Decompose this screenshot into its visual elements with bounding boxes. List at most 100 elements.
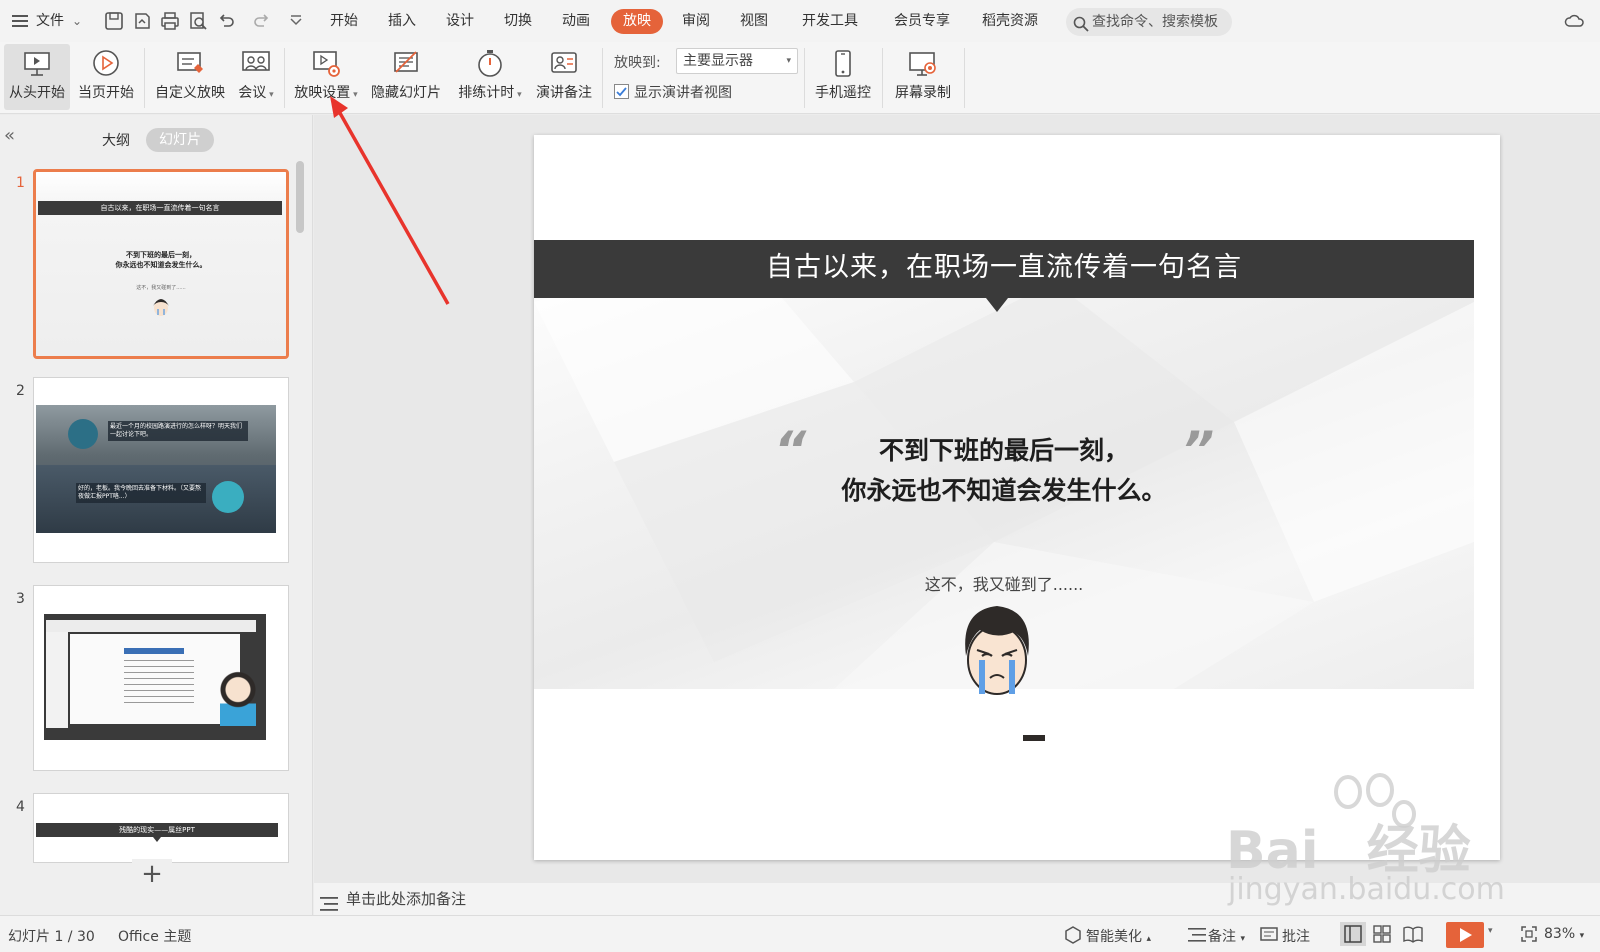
notes-toggle-button[interactable]: 备注 ▾ bbox=[1208, 926, 1245, 946]
tab-developer[interactable]: 开发工具 bbox=[802, 9, 858, 34]
chevron-down-icon[interactable]: ⌄ bbox=[72, 14, 82, 28]
undo-icon[interactable] bbox=[216, 11, 236, 31]
slide-banner: 自古以来，在职场一直流传着一句名言 bbox=[534, 240, 1474, 298]
speaker-notes-label: 演讲备注 bbox=[536, 85, 592, 101]
tab-insert[interactable]: 插入 bbox=[388, 9, 416, 34]
phone-icon bbox=[827, 48, 859, 80]
chevron-down-icon[interactable]: ▾ bbox=[1488, 926, 1493, 936]
thumb-bubble: 好的，老板。我今晚回去准备下材料。（又要熬夜做汇报PPT咯...） bbox=[76, 483, 206, 503]
thumb-slide-content: 自古以来，在职场一直流传着一句名言 不到下班的最后一刻， 你永远也不知道会发生什… bbox=[36, 172, 286, 356]
thumb-screenshot bbox=[44, 614, 266, 740]
current-slide[interactable]: 自古以来，在职场一直流传着一句名言 “ ” 不到下班的最后一刻， 你永远也不知道… bbox=[534, 135, 1500, 860]
file-menu[interactable]: 文件 bbox=[36, 8, 64, 34]
crying-face-icon bbox=[965, 606, 1029, 695]
screen-record-label: 屏幕录制 bbox=[895, 85, 951, 101]
ribbon-separator bbox=[882, 48, 883, 108]
from-current-button[interactable]: 当页开始 bbox=[74, 44, 138, 110]
slide-thumbnail-4[interactable]: 残酷的现实——属丝PPT bbox=[33, 793, 289, 863]
hamburger-icon[interactable] bbox=[12, 13, 30, 29]
reading-view-icon[interactable] bbox=[1402, 924, 1424, 948]
notes-placeholder: 单击此处添加备注 bbox=[346, 890, 467, 908]
fit-window-icon[interactable] bbox=[1520, 925, 1538, 947]
quote-line-2: 你永远也不知道会发生什么。 bbox=[841, 476, 1167, 505]
quote-line-1: 不到下班的最后一刻， bbox=[878, 436, 1129, 465]
slide-thumbnail-1[interactable]: 自古以来，在职场一直流传着一句名言 不到下班的最后一刻， 你永远也不知道会发生什… bbox=[33, 169, 289, 359]
thumbnail-scrollbar[interactable] bbox=[296, 161, 304, 233]
speaker-notes-button[interactable]: 演讲备注 bbox=[532, 44, 596, 110]
tab-design[interactable]: 设计 bbox=[446, 9, 474, 34]
smart-beautify-button[interactable]: 智能美化 ▴ bbox=[1086, 926, 1151, 946]
export-icon[interactable] bbox=[132, 11, 152, 31]
comments-button[interactable]: 批注 bbox=[1282, 926, 1310, 946]
slide-thumbnail-2[interactable]: 最近一个月的校园路演进行的怎么样呀？明天我们一起讨论下吧。 好的，老板。我今晚回… bbox=[33, 377, 289, 563]
slide-thumbnail-3[interactable] bbox=[33, 585, 289, 771]
custom-show-button[interactable]: 自定义放映 bbox=[150, 44, 230, 110]
phone-remote-label: 手机遥控 bbox=[815, 85, 871, 101]
screen-record-icon bbox=[907, 48, 939, 80]
speaker-notes-icon bbox=[548, 48, 580, 80]
menu-bar: 文件 ⌄ 开始 插入 设计 切换 动画 放映 审阅 视图 开发工具 会员专享 稻… bbox=[0, 0, 1600, 42]
red-annotation-arrow bbox=[330, 96, 450, 305]
tab-slides[interactable]: 幻灯片 bbox=[146, 128, 214, 152]
zoom-level[interactable]: 83% ▾ bbox=[1544, 926, 1584, 942]
phone-remote-button[interactable]: 手机遥控 bbox=[810, 44, 876, 110]
ribbon-separator bbox=[964, 48, 965, 108]
comment-icon bbox=[1260, 926, 1278, 948]
thumb-banner: 残酷的现实——属丝PPT bbox=[36, 823, 278, 837]
slide-number: 4 bbox=[16, 799, 25, 815]
meeting-button[interactable]: 会议 ▾ bbox=[234, 44, 278, 110]
tab-member[interactable]: 会员专享 bbox=[894, 9, 950, 34]
play-circle-icon bbox=[90, 48, 122, 80]
play-to-value: 主要显示器 bbox=[683, 53, 753, 69]
play-slideshow-button[interactable] bbox=[1446, 922, 1484, 948]
projector-screen-icon bbox=[21, 48, 53, 80]
tab-home[interactable]: 开始 bbox=[330, 9, 358, 34]
screen-record-button[interactable]: 屏幕录制 bbox=[888, 44, 958, 110]
slide-number: 3 bbox=[16, 591, 25, 607]
tab-outline[interactable]: 大纲 bbox=[102, 130, 130, 150]
customize-toolbar-icon[interactable] bbox=[286, 11, 306, 31]
from-current-label: 当页开始 bbox=[78, 85, 134, 101]
meeting-icon bbox=[240, 48, 272, 80]
tab-review[interactable]: 审阅 bbox=[682, 9, 710, 34]
thumb-avatar bbox=[212, 481, 244, 513]
thumb-cartoon-face bbox=[220, 670, 256, 726]
theme-name[interactable]: Office 主题 bbox=[118, 926, 191, 946]
notes-bar[interactable]: 单击此处添加备注 bbox=[314, 883, 1600, 915]
ribbon-separator bbox=[804, 48, 805, 108]
save-icon[interactable] bbox=[104, 11, 124, 31]
thumb-banner: 自古以来，在职场一直流传着一句名言 bbox=[38, 201, 282, 215]
print-preview-icon[interactable] bbox=[188, 11, 208, 31]
search-box[interactable]: 查找命令、搜索模板 bbox=[1066, 8, 1232, 36]
chevron-down-icon: ▾ bbox=[786, 56, 791, 66]
banner-pointer bbox=[986, 298, 1008, 312]
play-to-label: 放映到: bbox=[614, 55, 661, 71]
play-icon bbox=[1460, 928, 1472, 942]
slide-counter: 幻灯片 1 / 30 bbox=[8, 929, 95, 945]
tab-docer[interactable]: 稻壳资源 bbox=[982, 9, 1038, 34]
ribbon-toolbar: 从头开始 当页开始 自定义放映 会议 ▾ 放映设置 ▾ 隐藏幻灯片 排练计时 ▾… bbox=[0, 42, 1600, 114]
ribbon-separator bbox=[144, 48, 145, 108]
tab-transitions[interactable]: 切换 bbox=[504, 9, 532, 34]
cloud-sync-icon[interactable] bbox=[1564, 11, 1584, 31]
thumb-caption: 这不，我又碰到了...... bbox=[136, 285, 186, 291]
banner-title: 自古以来，在职场一直流传着一句名言 bbox=[766, 252, 1242, 283]
redo-icon[interactable] bbox=[252, 11, 272, 31]
collapse-panel-icon[interactable]: « bbox=[4, 125, 15, 146]
custom-slideshow-icon bbox=[174, 48, 206, 80]
play-to-select[interactable]: 主要显示器 ▾ bbox=[676, 48, 798, 74]
ribbon-separator bbox=[602, 48, 603, 108]
from-start-button[interactable]: 从头开始 bbox=[4, 44, 70, 110]
notes-toggle-icon bbox=[1188, 927, 1206, 947]
print-icon[interactable] bbox=[160, 11, 180, 31]
smart-beautify-icon bbox=[1064, 926, 1082, 948]
tab-view[interactable]: 视图 bbox=[740, 9, 768, 34]
tab-slideshow[interactable]: 放映 bbox=[611, 9, 663, 34]
add-slide-button[interactable]: + bbox=[132, 859, 172, 889]
presenter-view-label: 显示演讲者视图 bbox=[634, 85, 732, 101]
slide-caption: 这不，我又碰到了...... bbox=[924, 575, 1084, 594]
grid-view-icon[interactable] bbox=[1372, 924, 1392, 948]
tab-animation[interactable]: 动画 bbox=[562, 9, 590, 34]
normal-view-icon[interactable] bbox=[1340, 922, 1366, 946]
slide-number: 2 bbox=[16, 383, 25, 399]
